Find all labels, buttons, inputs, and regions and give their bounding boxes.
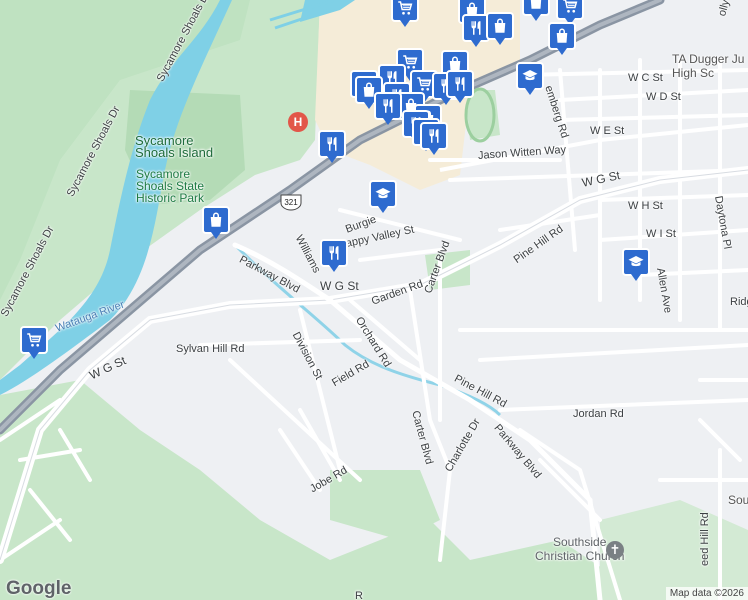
w-g-st-label-mid: W G St (320, 279, 359, 293)
shopping-bag-icon (556, 28, 568, 43)
restaurant-pin[interactable] (318, 130, 346, 164)
w-c-st-label: W C St (628, 72, 663, 84)
jordan-rd-label: Jordan Rd (573, 408, 624, 420)
restaurant-icon (383, 99, 393, 113)
shopping-bag-icon (210, 212, 222, 227)
church-icon[interactable]: ✝ (606, 541, 624, 559)
shopping-cart-icon (398, 1, 413, 15)
school-icon (522, 70, 538, 81)
south-label: South (728, 493, 748, 507)
shopping-bag-icon (530, 0, 542, 9)
hospital-icon[interactable]: H (288, 112, 308, 132)
restaurant-pin[interactable] (446, 70, 474, 104)
shopping-bag-pin[interactable] (202, 206, 230, 240)
sylvan-hill-rd-label: Sylvan Hill Rd (176, 343, 245, 355)
shopping-cart-pin[interactable] (20, 326, 48, 360)
shopping-cart-icon (417, 77, 432, 91)
shopping-bag-icon (494, 18, 506, 33)
shopping-cart-pin[interactable] (391, 0, 419, 28)
school-pin[interactable] (369, 180, 397, 214)
restaurant-icon (471, 21, 481, 35)
map-canvas[interactable]: Sycamore Shoals Island Sycamore Shoals S… (0, 0, 748, 600)
restaurant-icon (429, 129, 439, 143)
restaurant-icon (455, 77, 465, 91)
google-logo: Google (6, 578, 72, 599)
r-road-label: R (355, 590, 363, 600)
park-label: Sycamore Shoals State Historic Park (136, 167, 205, 205)
route-321-shield-icon: 321 (280, 194, 302, 211)
restaurant-pin[interactable] (374, 92, 402, 126)
shopping-bag-pin[interactable] (522, 0, 550, 22)
school-icon (375, 188, 391, 199)
school-icon (628, 256, 644, 267)
shopping-cart-icon (563, 0, 578, 13)
restaurant-pin[interactable] (320, 239, 348, 273)
school-pin[interactable] (516, 62, 544, 96)
w-d-st-label: W D St (646, 91, 681, 103)
w-i-st-label: W I St (646, 228, 676, 240)
restaurant-icon (327, 137, 337, 151)
shopping-bag-pin[interactable] (486, 12, 514, 46)
island-label: Sycamore Shoals Island (135, 133, 214, 160)
restaurant-icon (329, 246, 339, 260)
map-attribution[interactable]: Map data ©2026 (665, 587, 748, 600)
route-321-number: 321 (284, 198, 298, 207)
school-pin[interactable] (622, 248, 650, 282)
shopping-bag-pin[interactable] (548, 22, 576, 56)
shopping-cart-icon (27, 333, 42, 347)
w-e-st-label: W E St (590, 125, 625, 137)
restaurant-pin[interactable] (420, 122, 448, 156)
ridge-label: Ridg (730, 296, 748, 308)
school-label: TA Dugger Ju High Sc (672, 52, 745, 80)
w-h-st-label: W H St (628, 200, 663, 212)
hill-rd-label: eed Hill Rd (699, 512, 711, 566)
